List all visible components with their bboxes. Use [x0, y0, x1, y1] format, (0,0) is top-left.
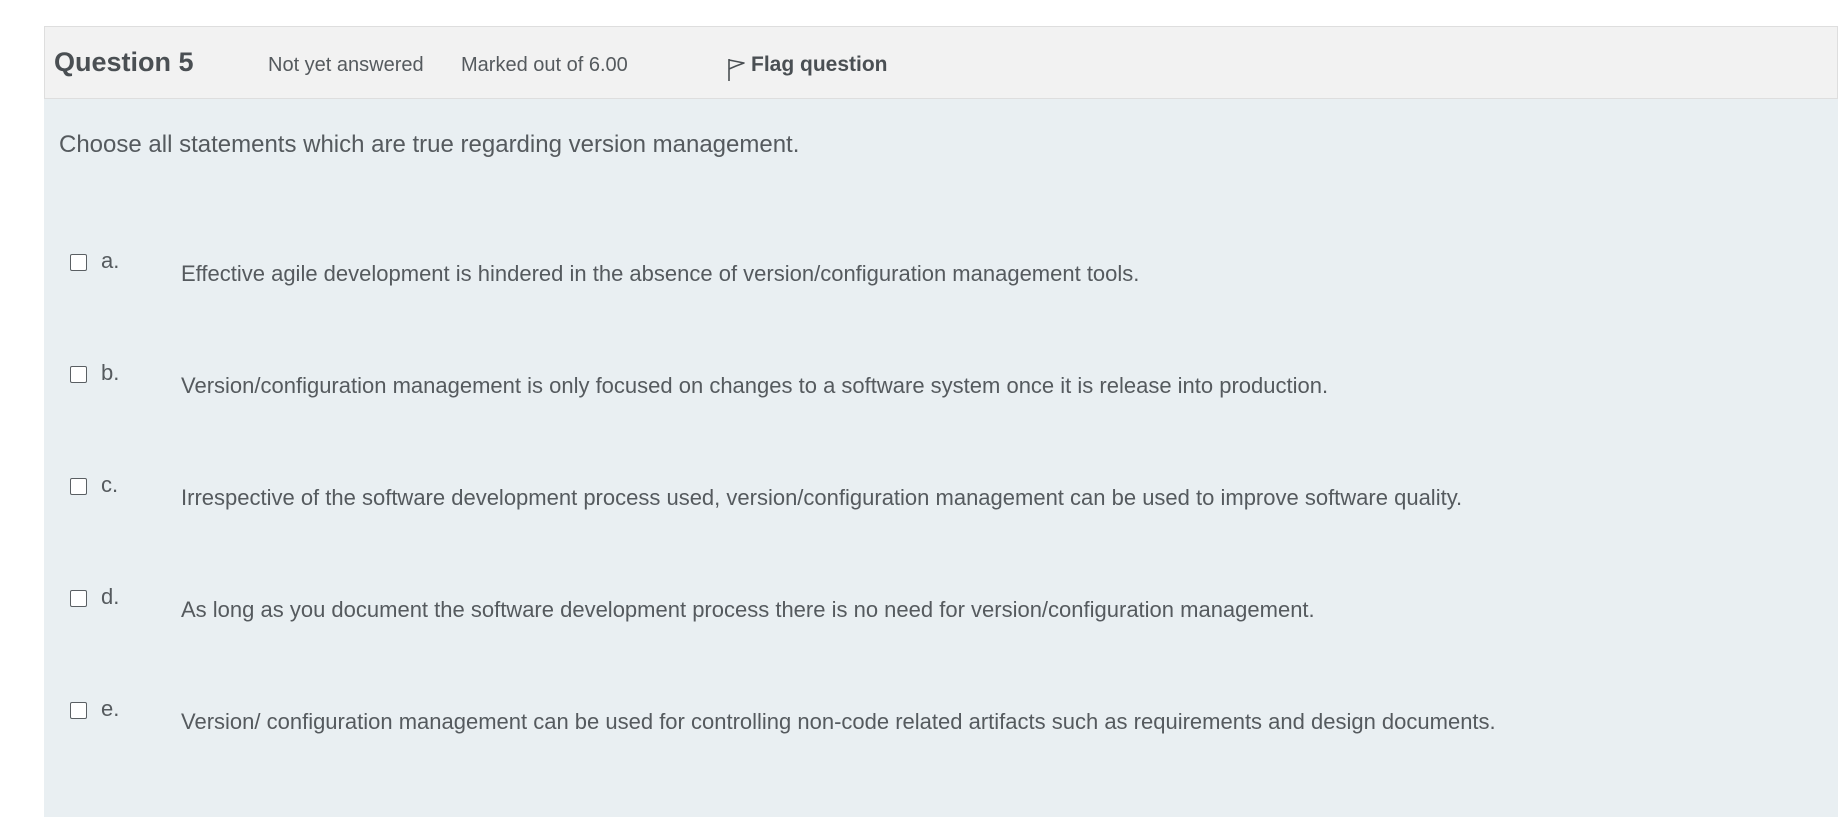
question-title: Question 5	[54, 47, 194, 77]
answer-checkbox-c[interactable]	[70, 478, 87, 495]
answer-option-c[interactable]: c. Irrespective of the software developm…	[70, 472, 1770, 528]
question-grade: Marked out of 6.00	[461, 54, 628, 76]
answer-option-d[interactable]: d. As long as you document the software …	[70, 584, 1770, 640]
answer-checkbox-d[interactable]	[70, 590, 87, 607]
answer-text[interactable]: As long as you document the software dev…	[181, 597, 1315, 623]
question-text: Choose all statements which are true reg…	[59, 131, 800, 158]
question-state: Not yet answered	[268, 54, 424, 76]
flag-question-button[interactable]: Flag question	[725, 51, 888, 85]
answer-letter: d.	[101, 584, 120, 609]
answer-option-e[interactable]: e. Version/ configuration management can…	[70, 696, 1770, 752]
answer-text[interactable]: Version/ configuration management can be…	[181, 709, 1496, 735]
answer-checkbox-e[interactable]	[70, 702, 87, 719]
answer-text[interactable]: Effective agile development is hindered …	[181, 261, 1139, 287]
question-info-bar: Question 5 Not yet answered Marked out o…	[44, 26, 1838, 99]
answer-text[interactable]: Irrespective of the software development…	[181, 485, 1462, 511]
flag-question-label: Flag question	[751, 53, 888, 76]
answer-letter: b.	[101, 360, 120, 385]
answer-option-a[interactable]: a. Effective agile development is hinder…	[70, 248, 1770, 304]
answer-option-b[interactable]: b. Version/configuration management is o…	[70, 360, 1770, 416]
flag-icon	[728, 59, 745, 81]
answer-checkbox-b[interactable]	[70, 366, 87, 383]
question-content: Choose all statements which are true reg…	[44, 99, 1838, 817]
answer-checkbox-a[interactable]	[70, 254, 87, 271]
answer-text[interactable]: Version/configuration management is only…	[181, 373, 1328, 399]
answer-letter: a.	[101, 248, 120, 273]
quiz-question: Question 5 Not yet answered Marked out o…	[44, 26, 1838, 817]
answer-letter: c.	[101, 472, 119, 497]
answer-letter: e.	[101, 696, 120, 721]
